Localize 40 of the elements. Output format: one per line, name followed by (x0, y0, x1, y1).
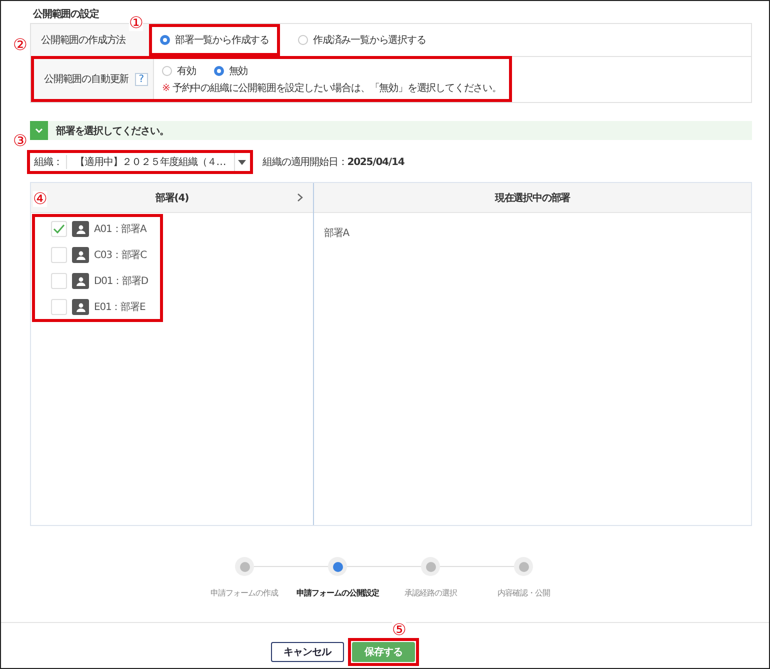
section-title: 公開範囲の設定 (32, 7, 99, 22)
person-icon (72, 221, 89, 237)
organization-select[interactable]: 組織： 【適用中】２０２５年度組織（４… (30, 153, 250, 171)
chevron-right-icon[interactable] (297, 193, 303, 202)
help-icon[interactable]: ? (134, 72, 148, 86)
radio-option[interactable]: 作成済み一覧から選択する (298, 33, 426, 47)
department-name: D01：部署D (94, 274, 148, 288)
callout-number: ⑤ (392, 622, 406, 638)
banner-text: 部署を選択してください。 (56, 124, 169, 138)
callout-number: ④ (33, 191, 48, 207)
start-date-text: 組織の適用開始日：2025/04/14 (262, 156, 404, 169)
department-name: A01：部署A (94, 222, 146, 236)
checkbox[interactable] (51, 273, 67, 289)
person-icon (72, 247, 89, 263)
checkbox[interactable] (51, 247, 67, 263)
checkbox[interactable] (51, 299, 67, 315)
department-name: C03：部署C (94, 248, 146, 262)
setting-label: 公開範囲の作成方法 (41, 34, 126, 47)
radio-option[interactable]: 部署一覧から作成する (160, 33, 270, 47)
note-text: ※ 予約中の組織に公開範囲を設定したい場合は、「無効」を選択してください。 (162, 82, 502, 94)
callout-number: ② (13, 37, 28, 53)
step-label: 申請フォームの作成 (210, 588, 278, 599)
step-label: 内容確認・公開 (497, 588, 550, 599)
cancel-button[interactable]: キャンセル (270, 642, 344, 662)
callout-number: ① (129, 15, 144, 31)
person-icon (72, 273, 89, 289)
setting-label: 公開範囲の自動更新 (44, 72, 129, 86)
departments-title: 部署(4) (155, 192, 189, 204)
chevron-icon[interactable] (30, 121, 48, 140)
step-label: 申請フォームの公開設定 (296, 588, 379, 599)
selected-title: 現在選択中の部署 (494, 192, 570, 204)
step-label: 承認経路の選択 (404, 588, 457, 599)
selected-department: 部署A (324, 228, 350, 239)
callout-number: ③ (13, 133, 28, 149)
radio-option[interactable]: 有効 (162, 64, 196, 78)
department-name: E01：部署E (94, 300, 146, 314)
dropdown-icon (238, 160, 246, 164)
checkbox[interactable] (51, 221, 67, 237)
person-icon (72, 299, 89, 315)
radio-option[interactable]: 無効 (214, 64, 248, 78)
